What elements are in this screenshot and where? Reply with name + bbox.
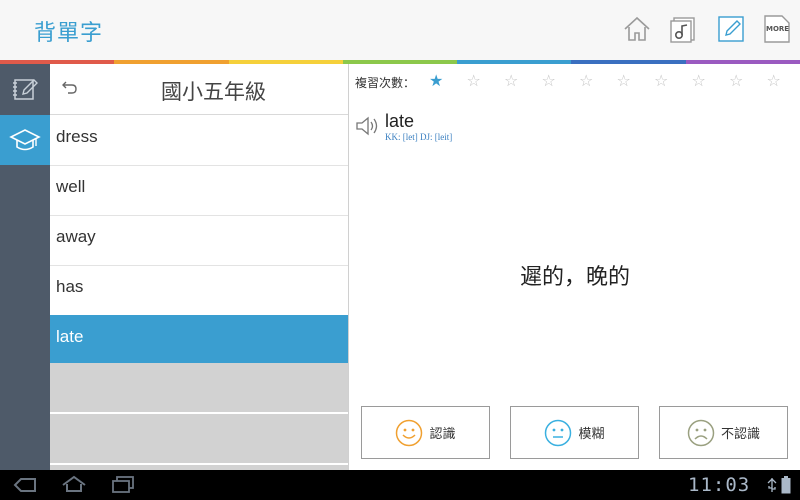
word-detail-panel: 複習次數： ★ ☆ ☆ ☆ ☆ ☆ ☆ ☆ ☆ ☆ late KK: [let] DJ: [lei… <box>350 64 800 470</box>
back-nav-icon[interactable] <box>12 476 38 494</box>
grade-title: 國小五年級 <box>161 80 266 104</box>
rail-notebook-button[interactable] <box>0 64 50 114</box>
system-nav-bar: 11:03 <box>0 470 800 500</box>
more-label: MORE <box>766 25 790 33</box>
word-phonetic: KK: [let] DJ: [leit] <box>385 132 453 142</box>
speaker-icon[interactable] <box>354 114 382 138</box>
edit-note-icon[interactable] <box>716 14 746 44</box>
list-item[interactable]: away <box>50 215 348 266</box>
left-rail <box>0 64 50 470</box>
word-meaning: 遲的，晚的 <box>519 265 630 290</box>
know-button-label: 認識 <box>429 427 456 442</box>
notebook-icon <box>13 79 38 100</box>
star-empty-icon: ☆ <box>541 71 556 90</box>
star-empty-icon: ☆ <box>691 71 706 90</box>
smile-face-icon <box>396 419 423 446</box>
word-english: late <box>385 111 415 131</box>
list-item[interactable]: dress <box>50 115 348 166</box>
review-count-label: 複習次數： <box>355 76 416 90</box>
list-item[interactable]: has <box>50 265 348 316</box>
unsure-button[interactable]: 模糊 <box>510 406 639 459</box>
star-empty-icon: ☆ <box>579 71 594 90</box>
usb-icon <box>767 478 777 492</box>
star-empty-icon: ☆ <box>504 71 519 90</box>
app-title: 背單字 <box>34 21 104 46</box>
home-icon[interactable] <box>622 14 652 44</box>
star-empty-icon: ☆ <box>766 71 781 90</box>
home-nav-icon[interactable] <box>60 474 88 494</box>
dont-know-button[interactable]: 不認識 <box>659 406 788 459</box>
battery-icon <box>781 476 791 494</box>
star-empty-icon: ☆ <box>466 71 481 90</box>
star-empty-icon: ☆ <box>729 71 744 90</box>
empty-row <box>50 363 348 414</box>
neutral-face-icon <box>545 419 572 446</box>
unsure-button-label: 模糊 <box>578 427 605 442</box>
list-item[interactable]: late <box>50 315 348 366</box>
empty-row <box>50 414 348 465</box>
music-note-icon[interactable] <box>668 14 698 44</box>
star-filled-icon: ★ <box>429 71 444 90</box>
clock: 11:03 <box>688 474 751 496</box>
dont-know-button-label: 不認識 <box>720 427 760 442</box>
star-empty-icon: ☆ <box>616 71 631 90</box>
rail-grade-button[interactable] <box>0 115 50 165</box>
know-button[interactable]: 認識 <box>361 406 490 459</box>
word-list-panel: 國小五年級 dress well away has late <box>50 64 349 470</box>
list-item[interactable]: well <box>50 165 348 216</box>
star-empty-icon: ☆ <box>654 71 669 90</box>
list-header: 國小五年級 <box>50 64 348 115</box>
sad-face-icon <box>687 419 715 446</box>
recent-apps-icon[interactable] <box>110 475 136 495</box>
more-icon[interactable]: MORE <box>762 14 792 44</box>
graduation-cap-icon <box>9 129 41 151</box>
app-header: 背單字 MORE <box>0 0 800 60</box>
